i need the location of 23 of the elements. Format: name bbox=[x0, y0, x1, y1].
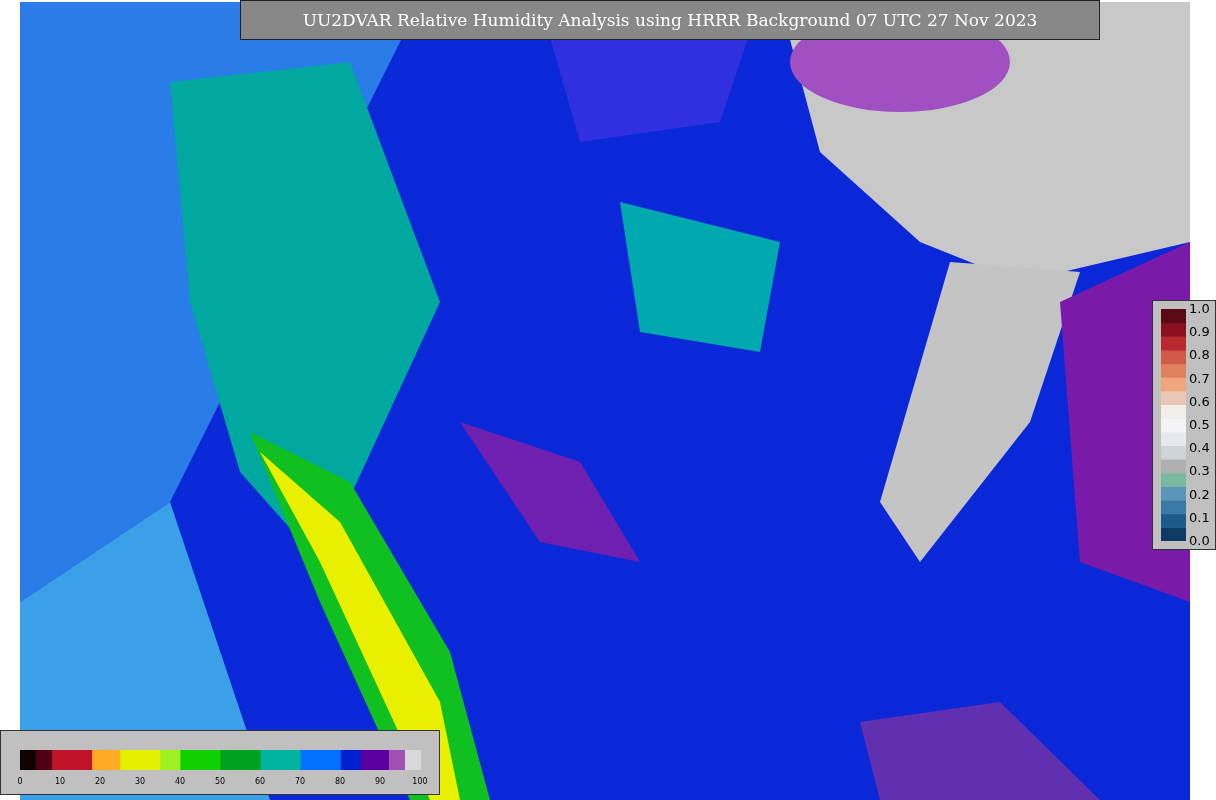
tick-label: 20 bbox=[94, 777, 106, 786]
tick-label: 0.0 bbox=[1189, 533, 1210, 548]
tick-label: 40 bbox=[174, 777, 186, 786]
tick-label: 0 bbox=[17, 777, 23, 786]
tick-label: 0.5 bbox=[1189, 417, 1210, 432]
tick-label: 0.2 bbox=[1189, 487, 1210, 502]
tick-label: 60 bbox=[254, 777, 266, 786]
tick-label: 10 bbox=[54, 777, 66, 786]
tick-label: 0.9 bbox=[1189, 325, 1210, 340]
map-title: UU2DVAR Relative Humidity Analysis using HRRR Background 07 UTC 27 Nov 2023 bbox=[240, 0, 1100, 40]
tick-label: 0.6 bbox=[1189, 394, 1210, 409]
tick-label: 0.4 bbox=[1189, 441, 1210, 456]
tick-label: 90 bbox=[374, 777, 386, 786]
tick-label: 0.8 bbox=[1189, 348, 1210, 363]
tick-label: 100 bbox=[412, 777, 428, 786]
tick-label: 80 bbox=[334, 777, 346, 786]
tick-label: 0.3 bbox=[1189, 464, 1210, 479]
tick-label: 0.7 bbox=[1189, 371, 1210, 386]
tick-label: 50 bbox=[214, 777, 226, 786]
tick-label: 1.0 bbox=[1189, 302, 1210, 316]
tick-label: 30 bbox=[134, 777, 146, 786]
tick-label: 0.1 bbox=[1189, 510, 1210, 525]
tick-label: 70 bbox=[294, 777, 306, 786]
